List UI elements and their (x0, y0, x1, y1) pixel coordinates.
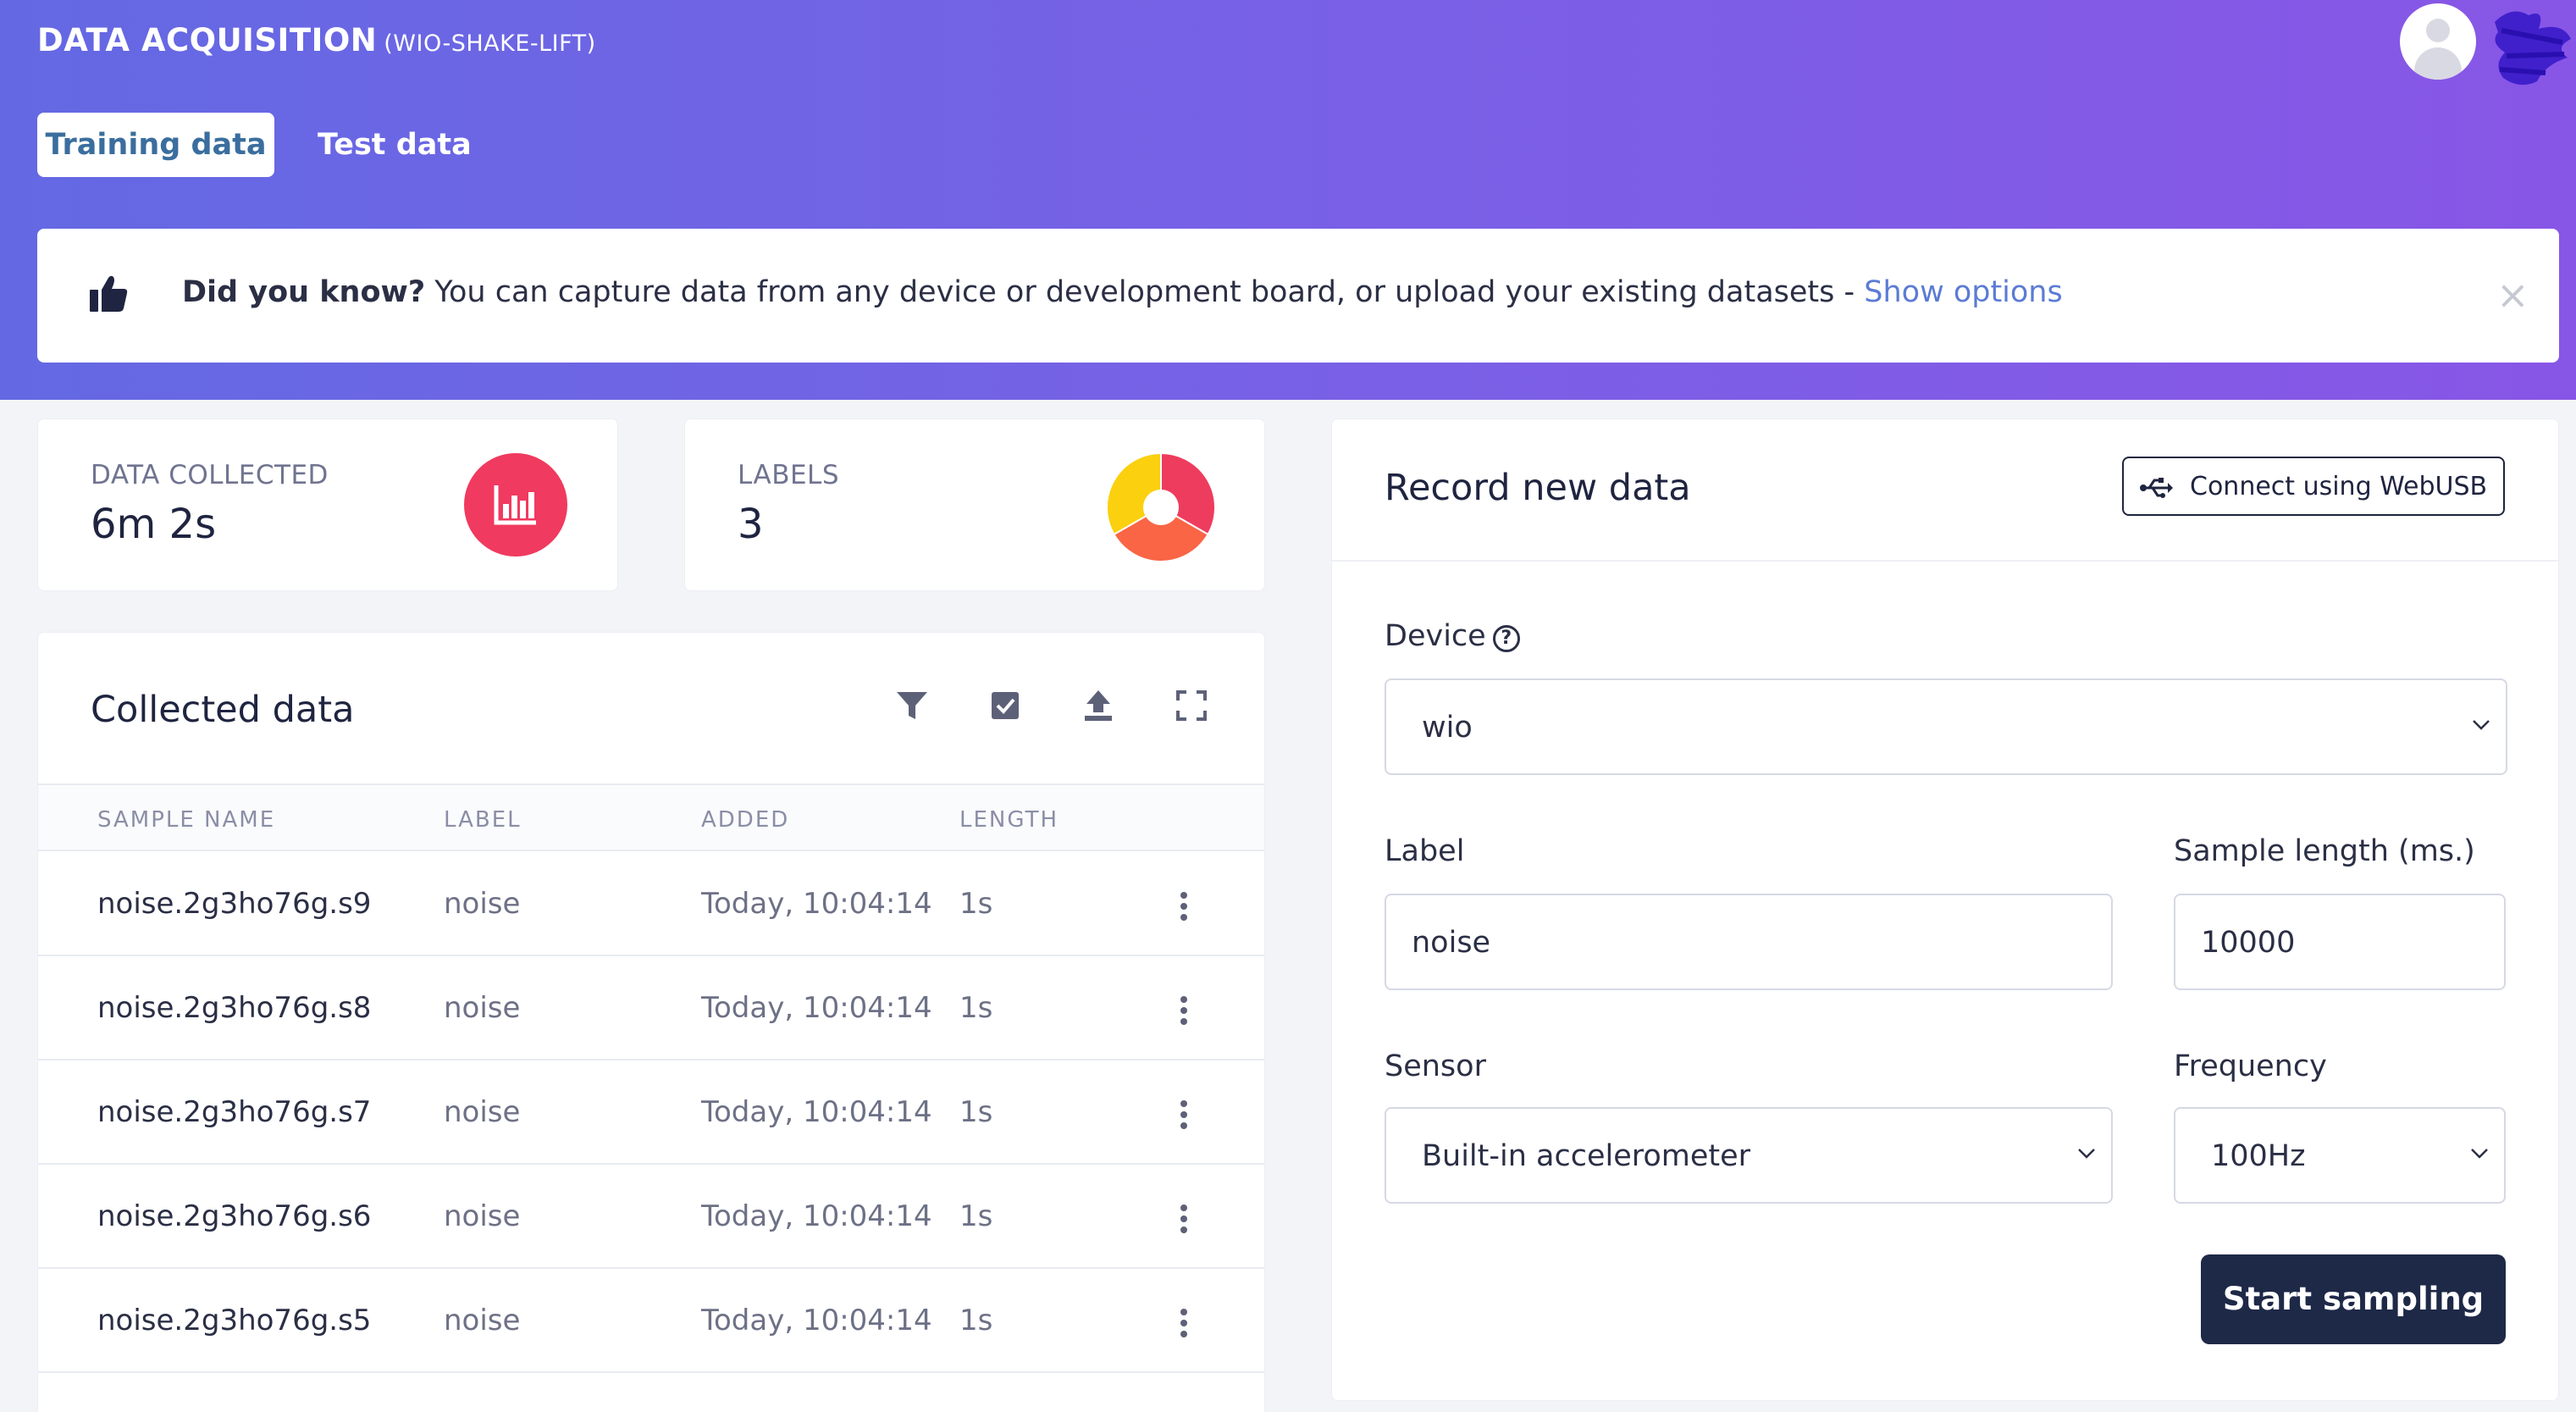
sample-length: 1s (959, 887, 993, 921)
bar-chart-icon (464, 453, 567, 556)
column-header-label[interactable]: LABEL (444, 807, 522, 833)
table-row[interactable]: noise.2g3ho76g.s6 noise Today, 10:04:14 … (38, 1166, 1264, 1269)
label-input[interactable]: noise (1385, 894, 2113, 990)
sample-label: noise (444, 991, 521, 1025)
table-header: SAMPLE NAME LABEL ADDED LENGTH (38, 784, 1264, 851)
table-row[interactable]: noise.2g3ho76g.s9 noise Today, 10:04:14 … (38, 853, 1264, 956)
sample-name[interactable]: noise.2g3ho76g.s6 (97, 1199, 371, 1233)
tip-banner: Did you know? You can capture data from … (37, 229, 2559, 363)
redaction-scribble (2495, 11, 2571, 86)
sample-added: Today, 10:04:14 (701, 1199, 932, 1233)
header-banner: DATA ACQUISITION (WIO-SHAKE-LIFT) Trainin… (0, 0, 2576, 400)
avatar-body (2414, 47, 2462, 80)
table-row[interactable]: noise.2g3ho76g.s8 noise Today, 10:04:14 … (38, 957, 1264, 1060)
data-collected-label: DATA COLLECTED (91, 460, 329, 490)
record-new-data-card: Record new data Connect using WebUSB Dev… (1331, 418, 2560, 1401)
more-options-icon[interactable] (1179, 892, 1189, 921)
sample-added: Today, 10:04:14 (701, 991, 932, 1025)
sample-length: 1s (959, 1304, 993, 1337)
frequency-select[interactable]: 100Hz (2174, 1107, 2506, 1204)
sample-added: Today, 10:04:14 (701, 1304, 932, 1337)
sample-added: Today, 10:04:14 (701, 887, 932, 921)
label-field-label: Label (1385, 834, 1465, 868)
device-label: Device? (1385, 619, 1520, 653)
labels-label: LABELS (738, 460, 839, 490)
more-options-icon[interactable] (1179, 1204, 1189, 1233)
close-icon[interactable]: × (2496, 275, 2529, 314)
collected-data-title: Collected data (91, 689, 355, 731)
usb-icon (2140, 478, 2173, 498)
labels-card: LABELS 3 (684, 418, 1265, 591)
sample-name[interactable]: noise.2g3ho76g.s5 (97, 1304, 371, 1337)
tip-text: Did you know? You can capture data from … (182, 275, 2063, 309)
device-select[interactable]: wio (1385, 678, 2507, 775)
sample-added: Today, 10:04:14 (701, 1095, 932, 1129)
page-title: DATA ACQUISITION (WIO-SHAKE-LIFT) (37, 22, 596, 58)
sample-label: noise (444, 1095, 521, 1129)
sensor-label: Sensor (1385, 1049, 1486, 1083)
device-label-text: Device (1385, 619, 1486, 653)
sample-length: 1s (959, 991, 993, 1025)
expand-icon[interactable] (1175, 689, 1208, 723)
labels-value: 3 (738, 501, 764, 548)
table-row[interactable]: noise.2g3ho76g.s7 noise Today, 10:04:14 … (38, 1061, 1264, 1165)
upload-icon[interactable] (1081, 689, 1115, 723)
connect-webusb-button[interactable]: Connect using WebUSB (2122, 457, 2505, 516)
frequency-select-value: 100Hz (2211, 1139, 2306, 1173)
record-title: Record new data (1385, 467, 1691, 509)
sample-length-value: 10000 (2201, 926, 2296, 960)
tip-message: You can capture data from any device or … (425, 275, 1865, 309)
tab-test-data[interactable]: Test data (318, 113, 472, 177)
collected-data-card: Collected data SAMPLE NAME LABEL ADDED L… (37, 632, 1265, 1412)
more-options-icon[interactable] (1179, 996, 1189, 1025)
start-sampling-button[interactable]: Start sampling (2201, 1254, 2506, 1344)
sample-name[interactable]: noise.2g3ho76g.s8 (97, 991, 371, 1025)
avatar-head (2426, 19, 2450, 42)
checkbox-icon[interactable] (988, 689, 1022, 723)
sample-label: noise (444, 1304, 521, 1337)
record-header: Record new data Connect using WebUSB (1332, 419, 2560, 562)
column-header-added[interactable]: ADDED (701, 807, 789, 833)
sample-length: 1s (959, 1199, 993, 1233)
user-avatar[interactable] (2400, 3, 2476, 80)
tab-training-data[interactable]: Training data (37, 113, 274, 177)
sample-length: 1s (959, 1095, 993, 1129)
page-title-text: DATA ACQUISITION (37, 22, 378, 58)
table-row[interactable]: noise.2g3ho76g.s5 noise Today, 10:04:14 … (38, 1270, 1264, 1373)
connect-webusb-label: Connect using WebUSB (2190, 472, 2488, 501)
sensor-select[interactable]: Built-in accelerometer (1385, 1107, 2113, 1204)
chevron-down-icon (2471, 1149, 2488, 1159)
device-select-value: wio (1422, 711, 1473, 745)
sample-length-input[interactable]: 10000 (2174, 894, 2506, 990)
sensor-select-value: Built-in accelerometer (1422, 1139, 1751, 1173)
column-header-sample-name[interactable]: SAMPLE NAME (97, 807, 275, 833)
data-collected-value: 6m 2s (91, 501, 217, 548)
help-icon[interactable]: ? (1492, 625, 1520, 652)
project-name: (WIO-SHAKE-LIFT) (384, 30, 596, 57)
sample-length-label: Sample length (ms.) (2174, 834, 2475, 868)
chevron-down-icon (2473, 720, 2490, 730)
frequency-label: Frequency (2174, 1049, 2327, 1083)
sample-name[interactable]: noise.2g3ho76g.s9 (97, 887, 371, 921)
label-distribution-donut (1107, 453, 1215, 562)
sample-label: noise (444, 887, 521, 921)
data-collected-card: DATA COLLECTED 6m 2s (37, 418, 618, 591)
show-options-link[interactable]: Show options (1864, 275, 2062, 309)
more-options-icon[interactable] (1179, 1309, 1189, 1337)
tip-bold: Did you know? (182, 275, 426, 309)
column-header-length[interactable]: LENGTH (959, 807, 1059, 833)
chevron-down-icon (2078, 1149, 2095, 1159)
filter-icon[interactable] (895, 689, 929, 723)
sample-name[interactable]: noise.2g3ho76g.s7 (97, 1095, 371, 1129)
label-input-value: noise (1412, 926, 1491, 960)
more-options-icon[interactable] (1179, 1100, 1189, 1129)
sample-label: noise (444, 1199, 521, 1233)
thumbs-up-icon (90, 275, 128, 312)
